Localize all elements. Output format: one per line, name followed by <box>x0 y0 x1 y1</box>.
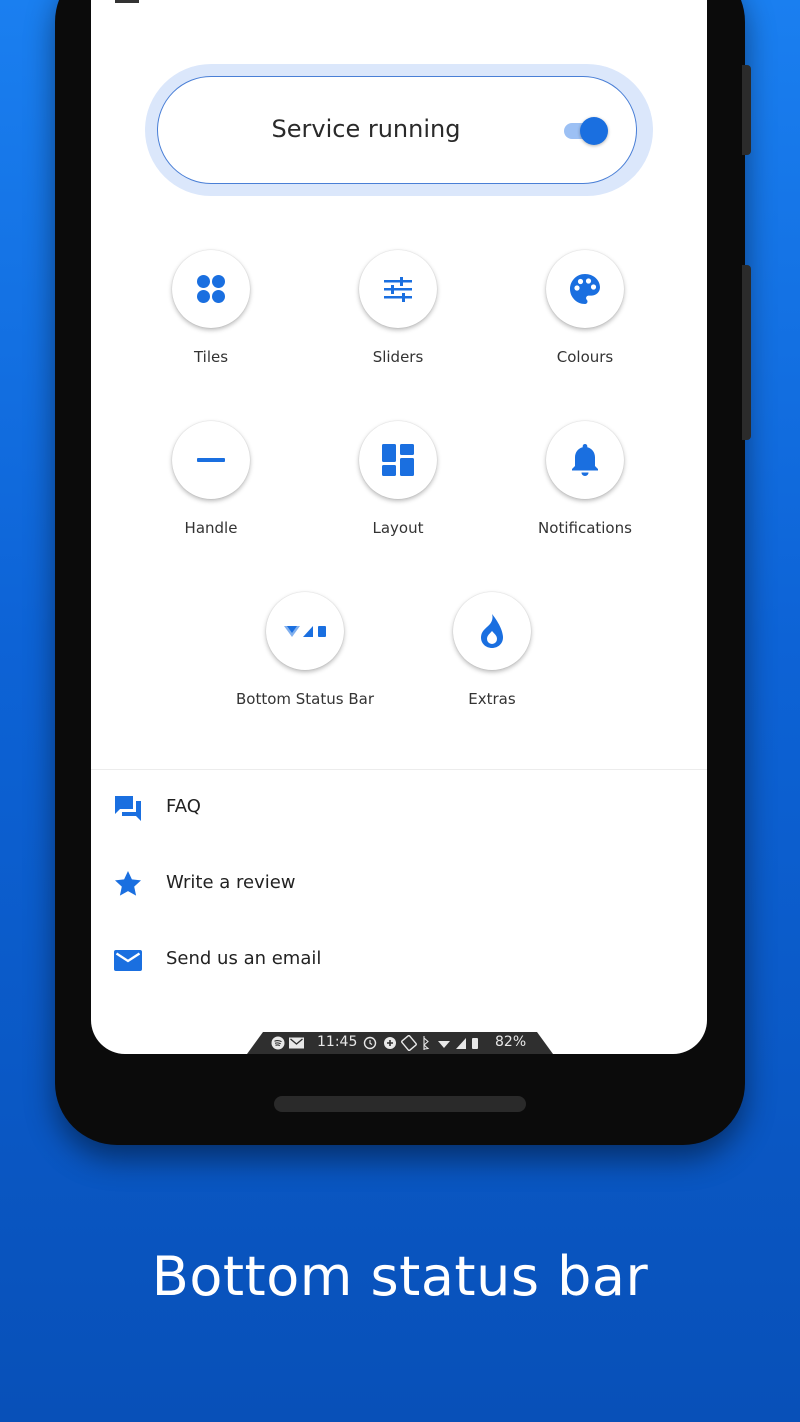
phone-volume-button <box>742 265 751 440</box>
menu-icon[interactable] <box>115 0 139 3</box>
service-toggle[interactable] <box>564 117 608 145</box>
tile-label: Bottom Status Bar <box>235 690 374 708</box>
tile-notifications[interactable]: Notifications <box>505 421 665 537</box>
write-review-label: Write a review <box>166 872 296 893</box>
home-indicator[interactable] <box>274 1096 526 1112</box>
status-icons <box>363 1035 478 1051</box>
tile-label: Sliders <box>372 348 424 366</box>
email-icon <box>113 945 143 975</box>
spotify-gmail-icon <box>271 1036 304 1050</box>
status-battery: 82% <box>495 1034 527 1050</box>
tile-colours[interactable]: Colours <box>505 250 665 366</box>
faq-icon <box>113 793 143 823</box>
tile-label: Extras <box>468 690 516 708</box>
status-time: 11:45 <box>317 1034 358 1050</box>
sliders-icon <box>359 250 437 328</box>
tile-tiles[interactable]: Tiles <box>131 250 291 366</box>
flame-icon <box>453 592 531 670</box>
bell-icon <box>546 421 624 499</box>
tile-bottom-status-bar[interactable]: Bottom Status Bar <box>225 592 385 708</box>
star-icon <box>113 869 143 899</box>
faq-label: FAQ <box>166 796 201 817</box>
app-screen: Service running Tiles Sliders Colours Ha… <box>91 0 707 1054</box>
palette-icon <box>546 250 624 328</box>
bottom-status-bar: 11:45 82% <box>247 1032 553 1054</box>
handle-icon <box>172 421 250 499</box>
page-caption: Bottom status bar <box>151 1245 649 1308</box>
status-bar-icon <box>266 592 344 670</box>
tile-extras[interactable]: Extras <box>412 592 572 708</box>
tile-sliders[interactable]: Sliders <box>318 250 478 366</box>
tile-label: Colours <box>556 348 614 366</box>
tile-handle[interactable]: Handle <box>131 421 291 537</box>
phone-side-button <box>742 65 751 155</box>
service-toggle-card[interactable]: Service running <box>157 76 637 184</box>
tiles-icon <box>172 250 250 328</box>
tile-label: Notifications <box>538 519 632 537</box>
divider <box>91 769 707 770</box>
layout-icon <box>359 421 437 499</box>
send-email-label: Send us an email <box>166 948 322 969</box>
faq-item[interactable]: FAQ <box>91 777 707 837</box>
write-review-item[interactable]: Write a review <box>91 853 707 913</box>
tile-layout[interactable]: Layout <box>318 421 478 537</box>
service-label: Service running <box>271 115 461 143</box>
send-email-item[interactable]: Send us an email <box>91 929 707 989</box>
tile-label: Tiles <box>193 348 229 366</box>
tile-label: Layout <box>372 519 424 537</box>
toggle-knob <box>580 117 608 145</box>
tile-label: Handle <box>184 519 238 537</box>
